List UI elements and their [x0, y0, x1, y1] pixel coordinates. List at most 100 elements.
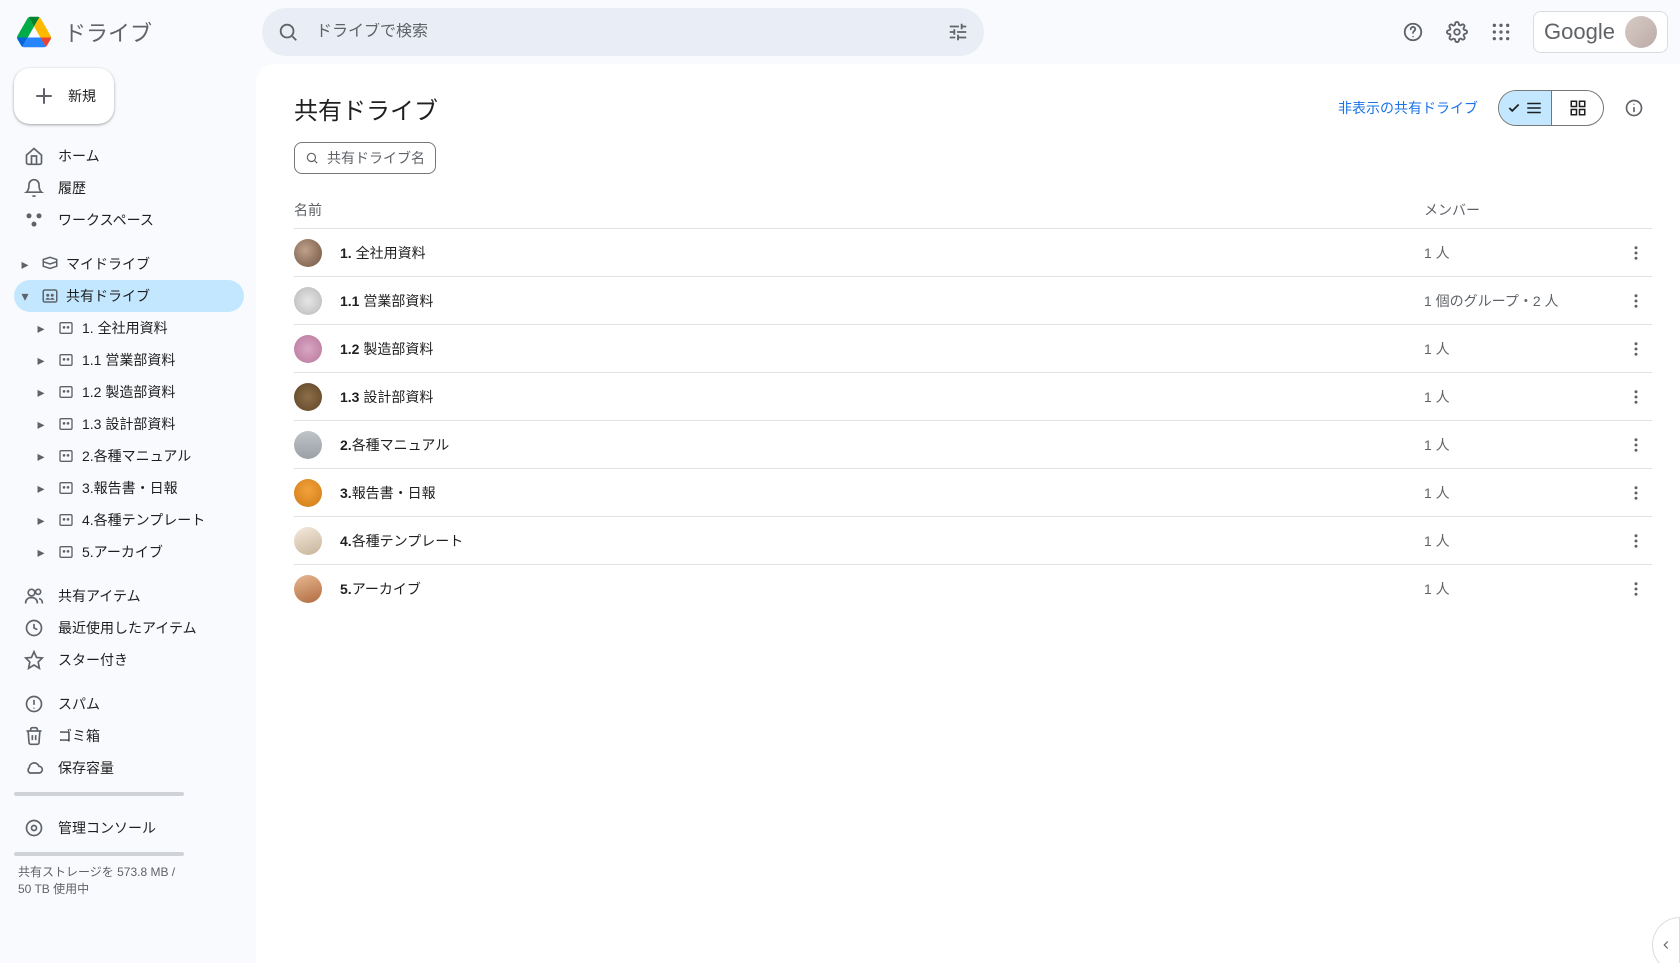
plus-icon [32, 84, 56, 108]
grid-view-button[interactable] [1551, 91, 1603, 125]
header: ドライブ Google [0, 0, 1680, 64]
sidebar-item-people[interactable]: 共有アイテム [14, 580, 244, 612]
sidebar-item-cloud[interactable]: 保存容量 [14, 752, 244, 784]
list-view-button[interactable] [1499, 91, 1551, 125]
apps-icon[interactable] [1481, 12, 1521, 52]
table-row[interactable]: 1.1 営業部資料1 個のグループ・2 人 [294, 276, 1652, 324]
sidebar-shared-child[interactable]: ▸ 2.各種マニュアル [14, 440, 244, 472]
shared-drive-icon [56, 542, 76, 562]
search-icon [305, 151, 319, 165]
more-actions-button[interactable] [1620, 285, 1652, 317]
more-actions-button[interactable] [1620, 525, 1652, 557]
filter-drive-name[interactable]: 共有ドライブ名 [294, 142, 436, 174]
account-chip[interactable]: Google [1533, 11, 1668, 53]
more-actions-button[interactable] [1620, 429, 1652, 461]
drive-name: 5.アーカイブ [340, 579, 1424, 599]
chevron-right-icon: ▸ [32, 383, 50, 401]
settings-icon[interactable] [1437, 12, 1477, 52]
sidebar-item-label: 履歴 [58, 178, 86, 198]
more-actions-button[interactable] [1620, 237, 1652, 269]
sidebar-shared-child[interactable]: ▸3.報告書・日報 [14, 472, 244, 504]
trash-icon [24, 726, 44, 746]
drive-name: 1. 全社用資料 [340, 243, 1424, 263]
sidebar-item-label: ワークスペース [58, 210, 154, 230]
my-drive-icon [40, 254, 60, 274]
sidebar-item-home[interactable]: ホーム [14, 140, 244, 172]
sidebar-item-clock[interactable]: 最近使用したアイテム [14, 612, 244, 644]
shared-drive-icon [40, 286, 60, 306]
side-panel-toggle[interactable] [1652, 917, 1680, 963]
drives-table: 名前 メンバー 1. 全社用資料1 人1.1 営業部資料1 個のグループ・2 人… [256, 174, 1680, 612]
table-row[interactable]: 2.各種マニュアル1 人 [294, 420, 1652, 468]
more-actions-button[interactable] [1620, 333, 1652, 365]
sidebar-item-label: 4.各種テンプレート [82, 510, 205, 530]
sidebar-scrollbar[interactable] [14, 792, 184, 796]
sidebar-item-label: 共有アイテム [58, 586, 141, 606]
sidebar-item-label: 3.報告書・日報 [82, 478, 178, 498]
sidebar-shared-child[interactable]: ▸1.2 製造部資料 [14, 376, 244, 408]
details-icon[interactable] [1616, 90, 1652, 126]
shared-drive-icon [56, 350, 76, 370]
clock-icon [24, 618, 44, 638]
table-row[interactable]: 3.報告書・日報1 人 [294, 468, 1652, 516]
sidebar-shared-child[interactable]: ▸4.各種テンプレート [14, 504, 244, 536]
drive-members: 1 個のグループ・2 人 [1424, 291, 1604, 311]
search-bar[interactable] [262, 8, 984, 56]
list-icon [1525, 99, 1543, 117]
table-row[interactable]: 1. 全社用資料1 人 [294, 228, 1652, 276]
avatar[interactable] [1625, 16, 1657, 48]
drive-name: 3.報告書・日報 [340, 483, 1424, 503]
new-button[interactable]: 新規 [14, 68, 114, 124]
sidebar-item-star[interactable]: スター付き [14, 644, 244, 676]
sidebar-my-drive[interactable]: ▸ マイドライブ [14, 248, 244, 280]
sidebar-shared-child[interactable]: ▸1.1 営業部資料 [14, 344, 244, 376]
shared-drive-icon [56, 478, 76, 498]
chevron-right-icon: ▸ [32, 351, 50, 369]
sidebar-item-label: 1.3 設計部資料 [82, 414, 175, 434]
view-toggle [1498, 90, 1604, 126]
hidden-drives-link[interactable]: 非表示の共有ドライブ [1338, 98, 1478, 118]
table-row[interactable]: 4.各種テンプレート1 人 [294, 516, 1652, 564]
sidebar-item-spam[interactable]: スパム [14, 688, 244, 720]
sidebar-shared-child[interactable]: ▸1. 全社用資料 [14, 312, 244, 344]
drive-members: 1 人 [1424, 531, 1604, 551]
more-vert-icon [1627, 532, 1645, 550]
shared-drive-icon [56, 510, 76, 530]
table-row[interactable]: 1.2 製造部資料1 人 [294, 324, 1652, 372]
workspaces-icon [24, 210, 44, 230]
sidebar-item-label: 2.各種マニュアル [82, 446, 191, 466]
sidebar-shared-child[interactable]: ▸ 1.3 設計部資料 [14, 408, 244, 440]
drive-avatar-icon [294, 239, 322, 267]
sidebar-admin-console[interactable]: 管理コンソール [14, 812, 244, 844]
support-icon[interactable] [1393, 12, 1433, 52]
chevron-right-icon: ▸ [32, 543, 50, 561]
people-icon [24, 586, 44, 606]
drive-avatar-icon [294, 575, 322, 603]
column-members[interactable]: メンバー [1424, 200, 1604, 220]
more-actions-button[interactable] [1620, 477, 1652, 509]
chevron-right-icon: ▸ [32, 447, 50, 465]
cloud-icon [24, 758, 44, 778]
sidebar-item-workspaces[interactable]: ワークスペース [14, 204, 244, 236]
chevron-right-icon: ▸ [32, 415, 50, 433]
drive-avatar-icon [294, 335, 322, 363]
sidebar-item-trash[interactable]: ゴミ箱 [14, 720, 244, 752]
more-vert-icon [1627, 436, 1645, 454]
drive-name: 1.3 設計部資料 [340, 387, 1424, 407]
check-icon [1507, 101, 1521, 115]
sidebar-item-label: ゴミ箱 [58, 726, 100, 746]
search-input[interactable] [308, 23, 938, 41]
more-actions-button[interactable] [1620, 381, 1652, 413]
table-row[interactable]: 1.3 設計部資料1 人 [294, 372, 1652, 420]
sidebar-shared-drives[interactable]: ▾ 共有ドライブ [14, 280, 244, 312]
sidebar-item-bell[interactable]: 履歴 [14, 172, 244, 204]
more-actions-button[interactable] [1620, 573, 1652, 605]
table-row[interactable]: 5.アーカイブ1 人 [294, 564, 1652, 612]
search-options-icon[interactable] [938, 12, 978, 52]
drive-logo-icon [14, 12, 54, 52]
column-name[interactable]: 名前 [294, 200, 1424, 220]
search-icon[interactable] [268, 12, 308, 52]
sidebar-shared-child[interactable]: ▸5.アーカイブ [14, 536, 244, 568]
brand[interactable]: ドライブ [14, 12, 254, 52]
sidebar-scrollbar-2[interactable] [14, 852, 184, 856]
